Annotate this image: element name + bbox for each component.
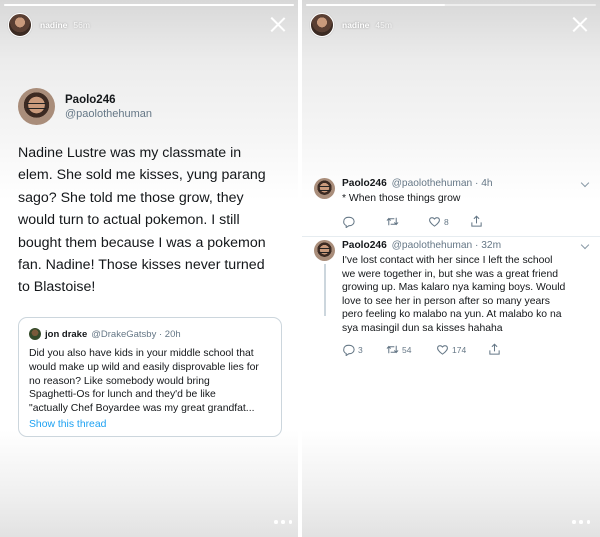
story-timestamp: 45m [375, 20, 392, 30]
like-icon [437, 345, 448, 355]
reply-divider [302, 236, 600, 237]
share-icon [489, 343, 500, 355]
story-user-avatar[interactable] [310, 13, 334, 37]
thread-line [324, 264, 326, 316]
story-header: nadine 56m [8, 12, 290, 38]
reply-author-avatar[interactable] [314, 240, 335, 261]
quote-author-avatar [29, 328, 41, 340]
share-button[interactable] [470, 215, 483, 228]
retweet-icon [386, 345, 399, 354]
story-header: nadine 45m [310, 12, 592, 38]
close-icon[interactable] [572, 16, 588, 32]
reply-author-name[interactable]: Paolo246 [342, 240, 387, 251]
reply-tweet[interactable]: Paolo246 @paolothehuman · 4h * When thos… [314, 178, 594, 234]
reply-icon [343, 344, 355, 357]
tweet-actions: 8 [342, 215, 592, 229]
share-button[interactable] [488, 343, 501, 356]
reply-author-avatar[interactable] [314, 178, 335, 199]
reply-header: Paolo246 @paolothehuman · 32m [342, 240, 592, 253]
reply-author-name[interactable]: Paolo246 [342, 178, 387, 189]
tweet-author: Paolo246 @paolothehuman [18, 88, 152, 125]
reply-header: Paolo246 @paolothehuman · 4h [342, 178, 592, 191]
like-icon [429, 217, 440, 227]
story-username[interactable]: nadine [40, 20, 67, 30]
retweet-button[interactable] [386, 215, 428, 228]
quote-text: Did you also have kids in your middle sc… [29, 348, 259, 415]
quote-author-name: jon drake [45, 328, 88, 340]
quote-author-handle: @DrakeGatsby · 20h [91, 328, 181, 340]
like-button[interactable]: 8 [428, 215, 470, 228]
reply-button[interactable]: 3 [342, 343, 386, 357]
story-progress-bar [4, 4, 294, 6]
reply-tweet[interactable]: Paolo246 @paolothehuman · 32m I've lost … [314, 240, 594, 364]
story-user-avatar[interactable] [8, 13, 32, 37]
retweet-icon [386, 217, 399, 226]
quoted-tweet-card[interactable]: jon drake @DrakeGatsby · 20h Did you als… [18, 317, 282, 437]
more-icon[interactable] [274, 519, 292, 525]
story-panel-right: nadine 45m Paolo246 @paolothehuman · 4h … [302, 0, 600, 537]
show-thread-link[interactable]: Show this thread [29, 419, 271, 430]
reply-button[interactable] [342, 215, 386, 229]
tweet-actions: 3 54 174 [342, 343, 592, 357]
tweet-text: Nadine Lustre was my classmate in elem. … [18, 145, 266, 296]
author-handle[interactable]: @paolothehuman [65, 108, 152, 120]
more-icon[interactable] [572, 519, 590, 525]
story-timestamp: 56m [73, 20, 90, 30]
close-icon[interactable] [270, 16, 286, 32]
retweet-button[interactable]: 54 [386, 343, 436, 356]
story-progress-bar [306, 4, 596, 6]
author-name[interactable]: Paolo246 [65, 94, 152, 106]
story-username[interactable]: nadine [342, 20, 369, 30]
author-avatar[interactable] [18, 88, 55, 125]
reply-text: * When those things grow [342, 193, 461, 204]
like-button[interactable]: 174 [436, 343, 488, 356]
reply-author-handle: @paolothehuman · 4h [391, 178, 493, 189]
reply-icon [343, 216, 355, 229]
reply-author-handle: @paolothehuman · 32m [391, 240, 502, 251]
story-panel-left: nadine 56m Paolo246 @paolothehuman Nadin… [0, 0, 298, 537]
share-icon [471, 215, 482, 227]
reply-text: I've lost contact with her since I left … [342, 255, 566, 334]
